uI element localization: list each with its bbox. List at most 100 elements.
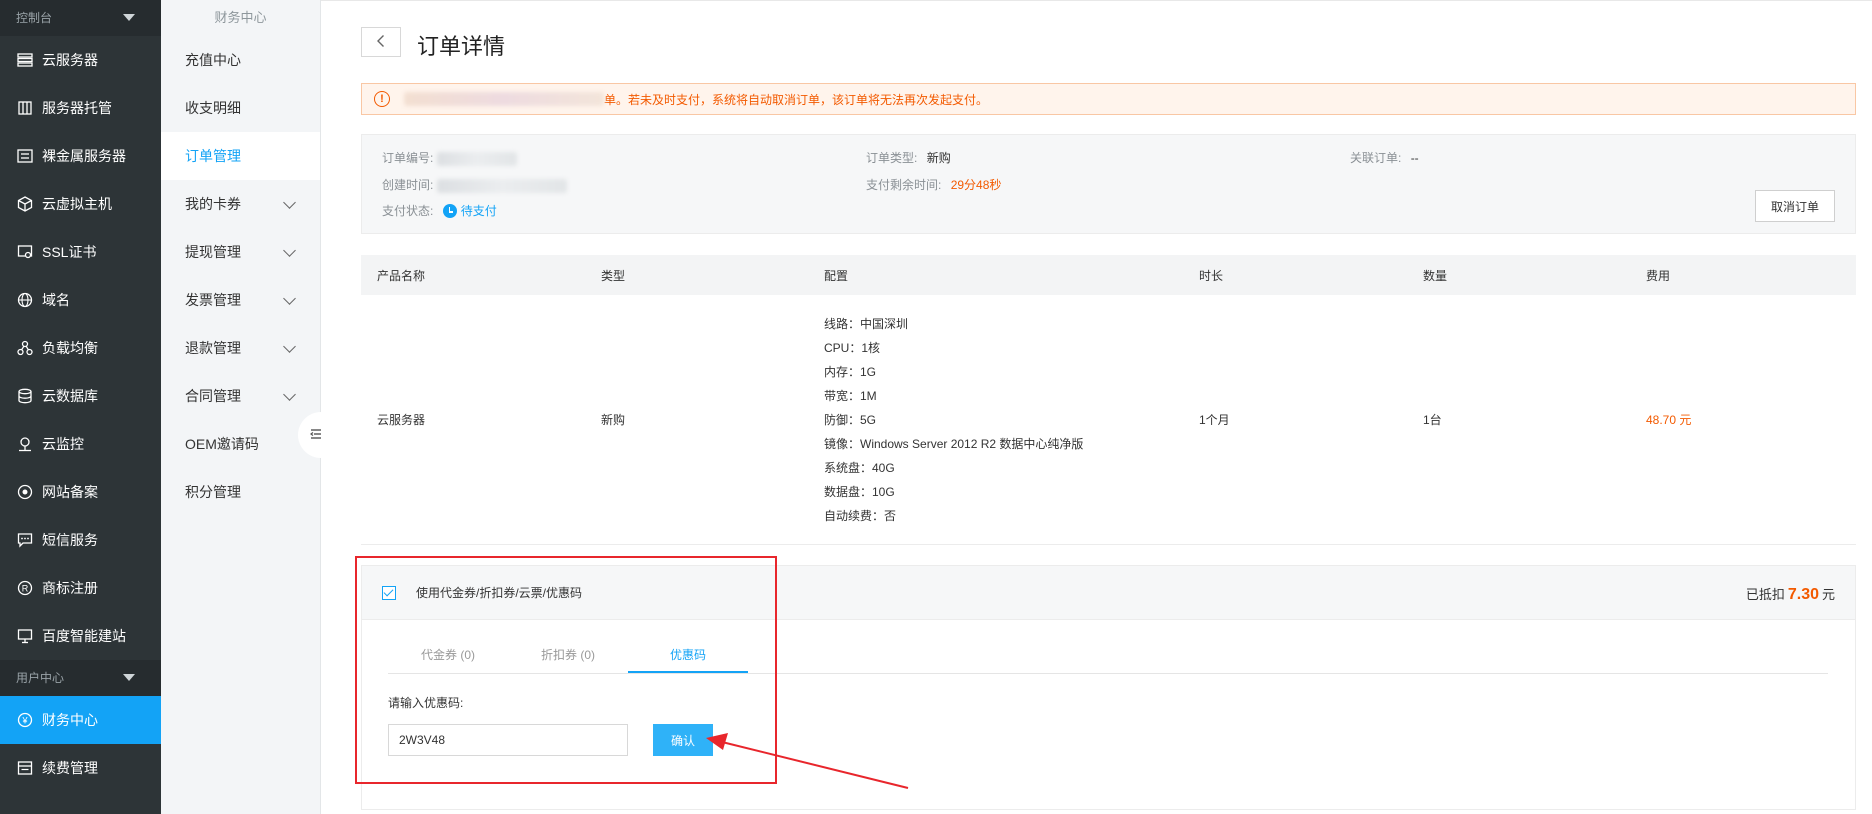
sidebar-item-database[interactable]: 云数据库 (0, 372, 161, 420)
cancel-order-button[interactable]: 取消订单 (1755, 190, 1835, 222)
submenu-item-contract[interactable]: 合同管理 (161, 372, 320, 420)
remaining-time-value: 29分48秒 (950, 178, 1002, 192)
quantity-cell: 1台 (1423, 413, 1442, 427)
chevron-down-icon (283, 388, 296, 401)
warning-icon: ! (374, 91, 390, 107)
config-line: 带宽：1M (824, 388, 877, 403)
sidebar-section-user[interactable]: 用户中心 (0, 660, 161, 696)
tab-voucher[interactable]: 代金券 (0) (388, 640, 508, 673)
related-order-value: -- (1410, 151, 1419, 165)
discount-prefix: 已抵扣 (1745, 587, 1785, 602)
config-line: 线路：中国深圳 (824, 316, 909, 331)
config-line: 内存：1G (824, 364, 877, 379)
sidebar-section-label: 用户中心 (16, 671, 65, 685)
config-line: 防御：5G (824, 412, 877, 427)
submenu-item-oem-invite[interactable]: OEM邀请码 (161, 420, 320, 468)
order-type-label: 订单类型: (866, 151, 918, 165)
submenu-item-recharge[interactable]: 充值中心 (161, 36, 320, 84)
sidebar-item-finance[interactable]: ¥ 财务中心 (0, 696, 161, 744)
config-line: 系统盘：40G (824, 460, 895, 475)
column-header: 数量 (1423, 268, 1448, 283)
sidebar-item-label: 云监控 (42, 436, 84, 452)
sidebar-item-site-builder[interactable]: 百度智能建站 (0, 612, 161, 660)
renew-icon (16, 759, 34, 777)
config-line: 数据盘：10G (824, 484, 895, 499)
pay-status-label: 支付状态: (382, 204, 434, 218)
sidebar-section-label: 控制台 (16, 11, 53, 25)
sidebar-item-label: 网站备案 (42, 484, 98, 500)
page-title: 订单详情 (417, 34, 506, 59)
column-header: 类型 (601, 268, 626, 283)
coupon-panel: 使用代金券/折扣券/云票/优惠码 已抵扣 7.30 元 代金券 (0) 折扣券 (0… (361, 565, 1856, 810)
sidebar-item-renewal[interactable]: 续费管理 (0, 744, 161, 792)
sidebar-item-label: 商标注册 (42, 580, 98, 596)
tab-discount[interactable]: 折扣券 (0) (508, 640, 628, 673)
use-coupon-checkbox[interactable] (382, 585, 396, 600)
tab-promo-code[interactable]: 优惠码 (628, 640, 748, 673)
load-balance-icon (16, 339, 34, 357)
created-time-row: 创建时间: (382, 176, 567, 193)
redacted-created-time (436, 178, 567, 193)
promo-code-input[interactable] (388, 724, 628, 756)
sidebar-item-load-balance[interactable]: 负载均衡 (0, 324, 161, 372)
submenu-item-label: 提现管理 (185, 244, 241, 260)
submenu-item-transactions[interactable]: 收支明细 (161, 84, 320, 132)
submenu-item-withdraw[interactable]: 提现管理 (161, 228, 320, 276)
price-cell: 48.70 元 (1646, 413, 1692, 427)
confirm-button[interactable]: 确认 (653, 724, 713, 756)
submenu-item-label: 积分管理 (185, 484, 241, 500)
submenu-title: 财务中心 (214, 10, 267, 25)
submenu-item-coupons[interactable]: 我的卡券 (161, 180, 320, 228)
sidebar-item-virtual-host[interactable]: 云虚拟主机 (0, 180, 161, 228)
created-time-label: 创建时间: (382, 178, 434, 192)
sidebar-item-label: 云服务器 (42, 52, 98, 68)
related-order-label: 关联订单: (1350, 151, 1402, 165)
chevron-down-icon (283, 340, 296, 353)
config-line: 镜像：Windows Server 2012 R2 数据中心纯净版 (824, 436, 1084, 451)
sidebar-item-label: 百度智能建站 (42, 628, 126, 644)
monitor-icon (16, 435, 34, 453)
chevron-down-icon (283, 244, 296, 257)
pay-status-value: 待支付 (442, 204, 497, 218)
submenu-item-refund[interactable]: 退款管理 (161, 324, 320, 372)
sidebar-item-bare-metal[interactable]: 裸金属服务器 (0, 132, 161, 180)
table-row: 云服务器 新购 线路：中国深圳 CPU：1核 内存：1G 带宽：1M 防御：5G… (361, 295, 1856, 545)
sidebar-item-filing[interactable]: 网站备案 (0, 468, 161, 516)
column-header: 产品名称 (377, 268, 426, 283)
sms-icon (16, 531, 34, 549)
submenu-item-invoice[interactable]: 发票管理 (161, 276, 320, 324)
sidebar-item-trademark[interactable]: R 商标注册 (0, 564, 161, 612)
sidebar-item-ssl[interactable]: SSL证书 (0, 228, 161, 276)
type-cell: 新购 (601, 413, 626, 427)
sidebar-item-monitor[interactable]: 云监控 (0, 420, 161, 468)
order-info-panel: 订单编号: 创建时间: 支付状态: 待支付 订单类型: 新购 支付剩余时间: 2… (361, 134, 1856, 234)
pay-status-row: 支付状态: 待支付 (382, 202, 497, 219)
sidebar-item-domain[interactable]: 域名 (0, 276, 161, 324)
sidebar-section-console[interactable]: 控制台 (0, 0, 161, 36)
discount-amount: 7.30 (1787, 586, 1819, 603)
use-coupon-label: 使用代金券/折扣券/云票/优惠码 (416, 586, 583, 600)
main-sidebar: 控制台 云服务器 服务器托管 裸金属服务器 云虚拟主机 SSL证书 域名 负载均… (0, 0, 161, 814)
discount-summary: 已抵扣 7.30 元 (1746, 584, 1835, 604)
sidebar-item-label: 财务中心 (42, 712, 98, 728)
sidebar-item-server-hosting[interactable]: 服务器托管 (0, 84, 161, 132)
sidebar-item-label: SSL证书 (42, 244, 97, 260)
payment-warning-alert: ! 单。若未及时支付，系统将自动取消订单，该订单将无法再次发起支付。 (361, 83, 1856, 115)
chevron-down-icon (283, 196, 296, 209)
submenu-item-points[interactable]: 积分管理 (161, 468, 320, 516)
sidebar-item-label: 续费管理 (42, 760, 98, 776)
config-line: 自动续费：否 (824, 508, 897, 523)
server-icon (16, 51, 34, 69)
submenu-item-label: 退款管理 (185, 340, 241, 356)
sidebar-item-sms[interactable]: 短信服务 (0, 516, 161, 564)
svg-text:¥: ¥ (21, 716, 28, 726)
filing-icon (16, 483, 34, 501)
column-header: 配置 (824, 268, 849, 283)
sidebar-item-cloud-server[interactable]: 云服务器 (0, 36, 161, 84)
submenu-item-orders[interactable]: 订单管理 (161, 132, 320, 180)
back-button[interactable] (361, 27, 401, 57)
pay-status-text: 待支付 (460, 204, 497, 218)
chevron-down-icon (283, 292, 296, 305)
sidebar-item-label: 云数据库 (42, 388, 98, 404)
column-header: 时长 (1199, 268, 1224, 283)
